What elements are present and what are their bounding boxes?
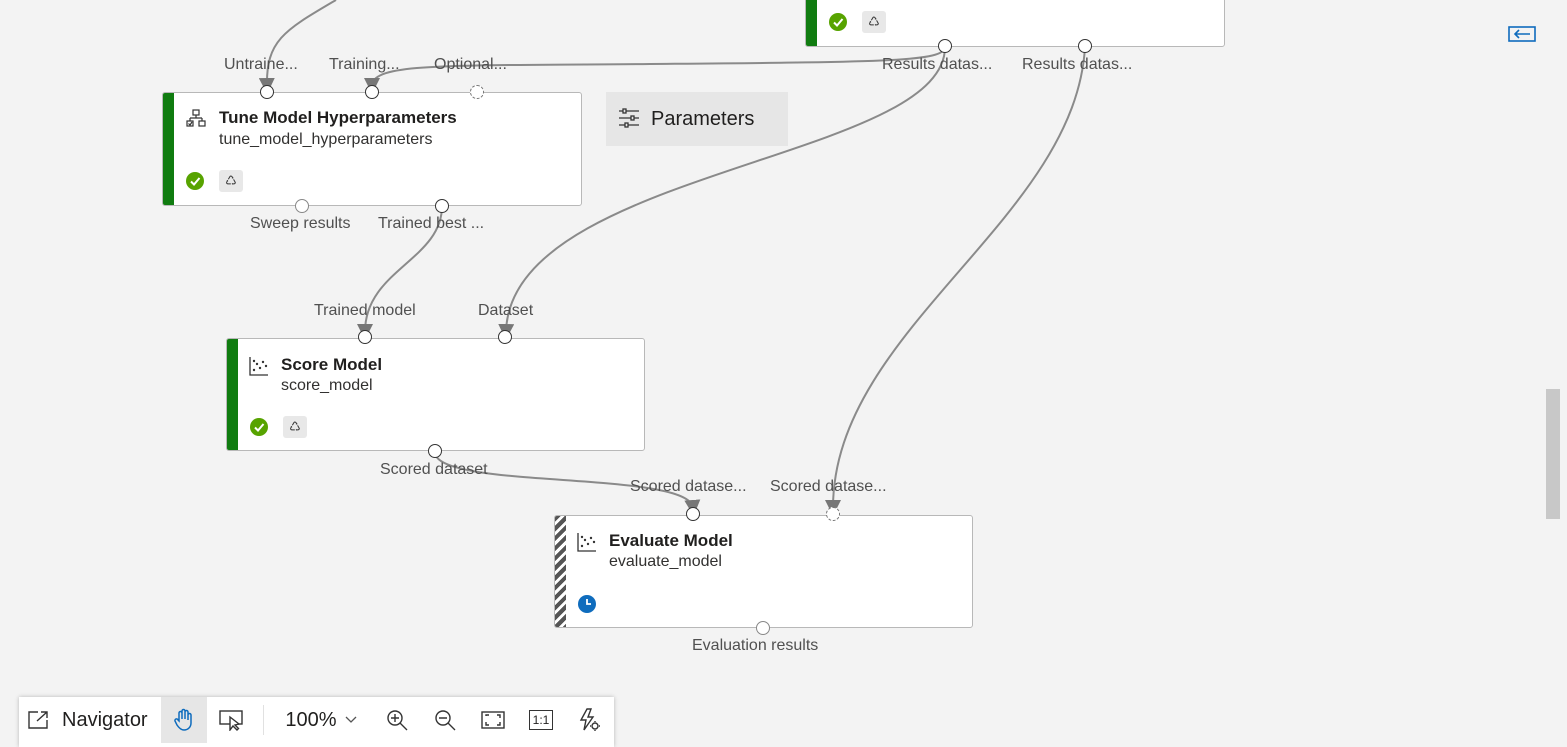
toolbar-divider — [263, 705, 264, 735]
port-label: Untraine... — [224, 56, 298, 73]
input-port[interactable] — [358, 330, 372, 344]
output-port[interactable] — [938, 39, 952, 53]
canvas-toolbar: Navigator 100% 1:1 — [19, 697, 614, 747]
port-label: Trained model — [314, 302, 416, 319]
hand-icon — [174, 708, 192, 731]
port-label: Scored datase... — [770, 478, 887, 495]
actual-size-icon: 1:1 — [528, 710, 554, 730]
navigator-label: Navigator — [62, 708, 148, 731]
running-status-bar — [555, 516, 566, 627]
tune-model-hyperparameters-node[interactable]: Tune Model Hyperparameters tune_model_hy… — [162, 92, 582, 206]
node-subtitle: score_model — [281, 377, 373, 394]
port-label: Results datas... — [882, 56, 993, 73]
optional-input-port[interactable] — [470, 85, 484, 99]
scatter-plot-icon — [577, 532, 597, 552]
check-icon — [186, 172, 204, 190]
status-bar — [806, 0, 817, 46]
input-port[interactable] — [686, 507, 700, 521]
top-module-node[interactable]: ♺ — [805, 0, 1225, 47]
output-port[interactable] — [1078, 39, 1092, 53]
status-bar — [227, 339, 238, 450]
output-port[interactable] — [756, 621, 770, 635]
optional-input-port[interactable] — [826, 507, 840, 521]
pipeline-canvas[interactable]: ♺ Results datas... Results datas... Untr… — [0, 0, 1567, 747]
chevron-down-icon — [345, 716, 357, 723]
zoom-out-button[interactable] — [422, 697, 468, 743]
input-port[interactable] — [260, 85, 274, 99]
fit-screen-icon — [481, 711, 505, 729]
auto-layout-button[interactable] — [566, 697, 612, 743]
port-label: Optional... — [434, 56, 507, 73]
pointer-select-icon — [219, 710, 243, 731]
check-icon — [250, 418, 268, 436]
hierarchy-icon — [186, 109, 206, 129]
port-label: Scored datase... — [630, 478, 747, 495]
node-title: Score Model — [281, 355, 383, 374]
port-label: Evaluation results — [692, 637, 819, 654]
parameters-label: Parameters — [651, 108, 755, 130]
port-label: Results datas... — [1022, 56, 1133, 73]
zoom-in-icon — [387, 710, 408, 731]
zoom-value: 100% — [285, 708, 337, 731]
node-subtitle: evaluate_model — [609, 553, 722, 570]
port-label: Trained best ... — [378, 215, 485, 232]
navigator-button[interactable]: Navigator — [19, 697, 161, 743]
score-model-node[interactable]: Score Model score_model ♺ — [226, 338, 645, 451]
status-bar — [163, 93, 174, 205]
parameters-button[interactable]: Parameters — [606, 92, 788, 146]
node-subtitle: tune_model_hyperparameters — [219, 131, 433, 148]
select-tool-button[interactable] — [209, 697, 255, 743]
vertical-scrollbar[interactable] — [1546, 389, 1560, 519]
scatter-plot-icon — [249, 356, 269, 376]
actual-size-button[interactable]: 1:1 — [518, 697, 564, 743]
connection-wire — [825, 46, 1086, 516]
port-label: Training... — [329, 56, 400, 73]
lightning-gear-icon — [579, 708, 600, 731]
navigator-icon — [28, 711, 48, 729]
output-port[interactable] — [428, 444, 442, 458]
zoom-level-dropdown[interactable]: 100% — [277, 697, 365, 743]
output-port[interactable] — [295, 199, 309, 213]
clock-icon — [578, 595, 596, 613]
reuse-icon: ♺ — [219, 170, 243, 192]
port-label: Dataset — [478, 302, 534, 319]
zoom-in-button[interactable] — [374, 697, 420, 743]
check-icon — [829, 13, 847, 31]
reuse-icon: ♺ — [862, 11, 886, 33]
zoom-out-icon — [435, 710, 456, 731]
port-label: Sweep results — [250, 215, 351, 232]
output-port[interactable] — [435, 199, 449, 213]
input-port[interactable] — [365, 85, 379, 99]
collapse-panel-button[interactable] — [1508, 26, 1536, 42]
reuse-icon: ♺ — [283, 416, 307, 438]
fit-to-screen-button[interactable] — [470, 697, 516, 743]
input-port[interactable] — [498, 330, 512, 344]
panel-collapse-icon — [1508, 26, 1536, 42]
node-title: Tune Model Hyperparameters — [219, 108, 457, 127]
evaluate-model-node[interactable]: Evaluate Model evaluate_model — [554, 515, 973, 628]
port-label: Scored dataset — [380, 461, 488, 478]
node-title: Evaluate Model — [609, 531, 733, 550]
sliders-icon — [619, 108, 639, 128]
pan-tool-button[interactable] — [161, 697, 207, 743]
